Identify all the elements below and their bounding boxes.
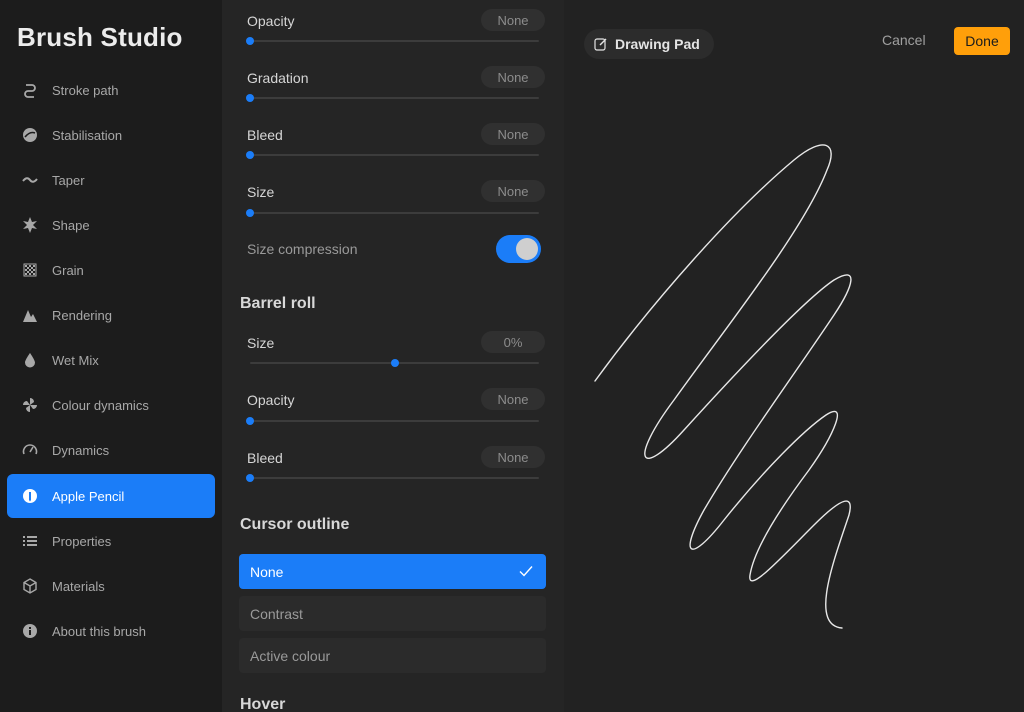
sidebar-item-about-this-brush[interactable]: About this brush: [7, 609, 215, 653]
barrel-roll-bleed-value-pill[interactable]: None: [481, 446, 545, 468]
sidebar-item-label: Dynamics: [52, 442, 110, 458]
slider-knob[interactable]: [390, 359, 399, 367]
option-label: Contrast: [250, 605, 303, 622]
sidebar-item-label: Grain: [52, 262, 84, 278]
page-title: Brush Studio: [17, 22, 183, 52]
sidebar-item-label: Taper: [52, 172, 85, 188]
slider-knob[interactable]: [246, 94, 254, 102]
opacity-slider[interactable]: [246, 37, 539, 45]
bleed-label: Bleed: [247, 127, 283, 143]
drawing-pad[interactable]: Drawing Pad Cancel Done: [564, 0, 1024, 712]
sidebar: Brush Studio Stroke path Stabilisation T…: [0, 0, 222, 712]
cursor-outline-title: Cursor outline: [240, 516, 350, 533]
sidebar-item-properties[interactable]: Properties: [7, 519, 215, 563]
drawing-stroke: [594, 144, 852, 629]
materials-icon: [21, 577, 39, 595]
stroke-path-icon: [21, 81, 39, 99]
sidebar-item-label: About this brush: [52, 623, 146, 639]
colour-dynamics-icon: [21, 396, 39, 414]
stabilisation-icon: [21, 126, 39, 144]
barrel-roll-bleed-slider[interactable]: [246, 474, 539, 482]
slider-knob[interactable]: [246, 37, 254, 45]
drawing-pad-title-text: Drawing Pad: [615, 36, 700, 52]
grain-icon: [21, 261, 39, 279]
cancel-button[interactable]: Cancel: [882, 32, 926, 48]
opacity-label: Opacity: [247, 13, 295, 29]
size-compression-toggle[interactable]: [496, 235, 541, 263]
edit-icon: [594, 37, 608, 51]
bleed-value-pill[interactable]: None: [481, 123, 545, 145]
option-label: None: [250, 563, 284, 580]
toggle-thumb: [516, 238, 538, 260]
sidebar-item-label: Stabilisation: [52, 127, 123, 143]
barrel-roll-opacity-slider[interactable]: [246, 417, 539, 425]
cursor-outline-option-active-colour[interactable]: Active colour: [239, 638, 546, 673]
opacity-value-pill[interactable]: None: [481, 9, 545, 31]
size-value-pill[interactable]: None: [481, 180, 545, 202]
hover-title: Hover: [240, 696, 286, 712]
size-compression-label: Size compression: [247, 241, 358, 257]
barrel-roll-opacity-label: Opacity: [247, 392, 295, 408]
sidebar-item-label: Colour dynamics: [52, 397, 149, 413]
bleed-slider[interactable]: [246, 151, 539, 159]
slider-knob[interactable]: [246, 417, 254, 425]
dynamics-icon: [21, 441, 39, 459]
properties-icon: [21, 532, 39, 550]
settings-panel[interactable]: Opacity None Gradation None Bleed None S…: [222, 0, 564, 712]
gradation-value-pill[interactable]: None: [481, 66, 545, 88]
barrel-roll-size-label: Size: [247, 335, 275, 351]
sidebar-item-shape[interactable]: Shape: [7, 203, 215, 247]
size-label: Size: [247, 184, 275, 200]
sidebar-item-label: Rendering: [52, 307, 112, 323]
option-label: Active colour: [250, 647, 331, 664]
slider-knob[interactable]: [246, 474, 254, 482]
barrel-roll-size-value-pill[interactable]: 0%: [481, 331, 545, 353]
barrel-roll-title: Barrel roll: [240, 295, 316, 312]
sidebar-item-taper[interactable]: Taper: [7, 158, 215, 202]
sidebar-item-label: Wet Mix: [52, 352, 99, 368]
slider-knob[interactable]: [246, 151, 254, 159]
gradation-label: Gradation: [247, 70, 309, 86]
gradation-slider[interactable]: [246, 94, 539, 102]
cursor-outline-option-none[interactable]: None: [239, 554, 546, 589]
size-slider[interactable]: [246, 209, 539, 217]
sidebar-item-stroke-path[interactable]: Stroke path: [7, 68, 215, 112]
wet-mix-icon: [21, 351, 39, 369]
sidebar-item-rendering[interactable]: Rendering: [7, 293, 215, 337]
sidebar-item-label: Apple Pencil: [52, 488, 125, 504]
slider-knob[interactable]: [246, 209, 254, 217]
sidebar-item-label: Shape: [52, 217, 90, 233]
done-button[interactable]: Done: [954, 27, 1010, 55]
checkmark-icon: [519, 566, 533, 577]
sidebar-item-materials[interactable]: Materials: [7, 564, 215, 608]
sidebar-item-apple-pencil[interactable]: Apple Pencil: [7, 474, 215, 518]
barrel-roll-size-slider[interactable]: [250, 359, 539, 367]
taper-icon: [21, 171, 39, 189]
cursor-outline-option-contrast[interactable]: Contrast: [239, 596, 546, 631]
sidebar-item-label: Stroke path: [52, 82, 119, 98]
sidebar-item-label: Materials: [52, 578, 105, 594]
sidebar-item-grain[interactable]: Grain: [7, 248, 215, 292]
sidebar-item-stabilisation[interactable]: Stabilisation: [7, 113, 215, 157]
drawing-pad-title[interactable]: Drawing Pad: [584, 29, 714, 59]
barrel-roll-bleed-label: Bleed: [247, 450, 283, 466]
shape-icon: [21, 216, 39, 234]
sidebar-item-label: Properties: [52, 533, 112, 549]
barrel-roll-opacity-value-pill[interactable]: None: [481, 388, 545, 410]
sidebar-item-colour-dynamics[interactable]: Colour dynamics: [7, 383, 215, 427]
info-icon: [21, 622, 39, 640]
sidebar-item-dynamics[interactable]: Dynamics: [7, 428, 215, 472]
sidebar-item-wet-mix[interactable]: Wet Mix: [7, 338, 215, 382]
apple-pencil-icon: [21, 487, 39, 505]
rendering-icon: [21, 306, 39, 324]
brush-studio-window: Brush Studio Stroke path Stabilisation T…: [0, 0, 1024, 712]
